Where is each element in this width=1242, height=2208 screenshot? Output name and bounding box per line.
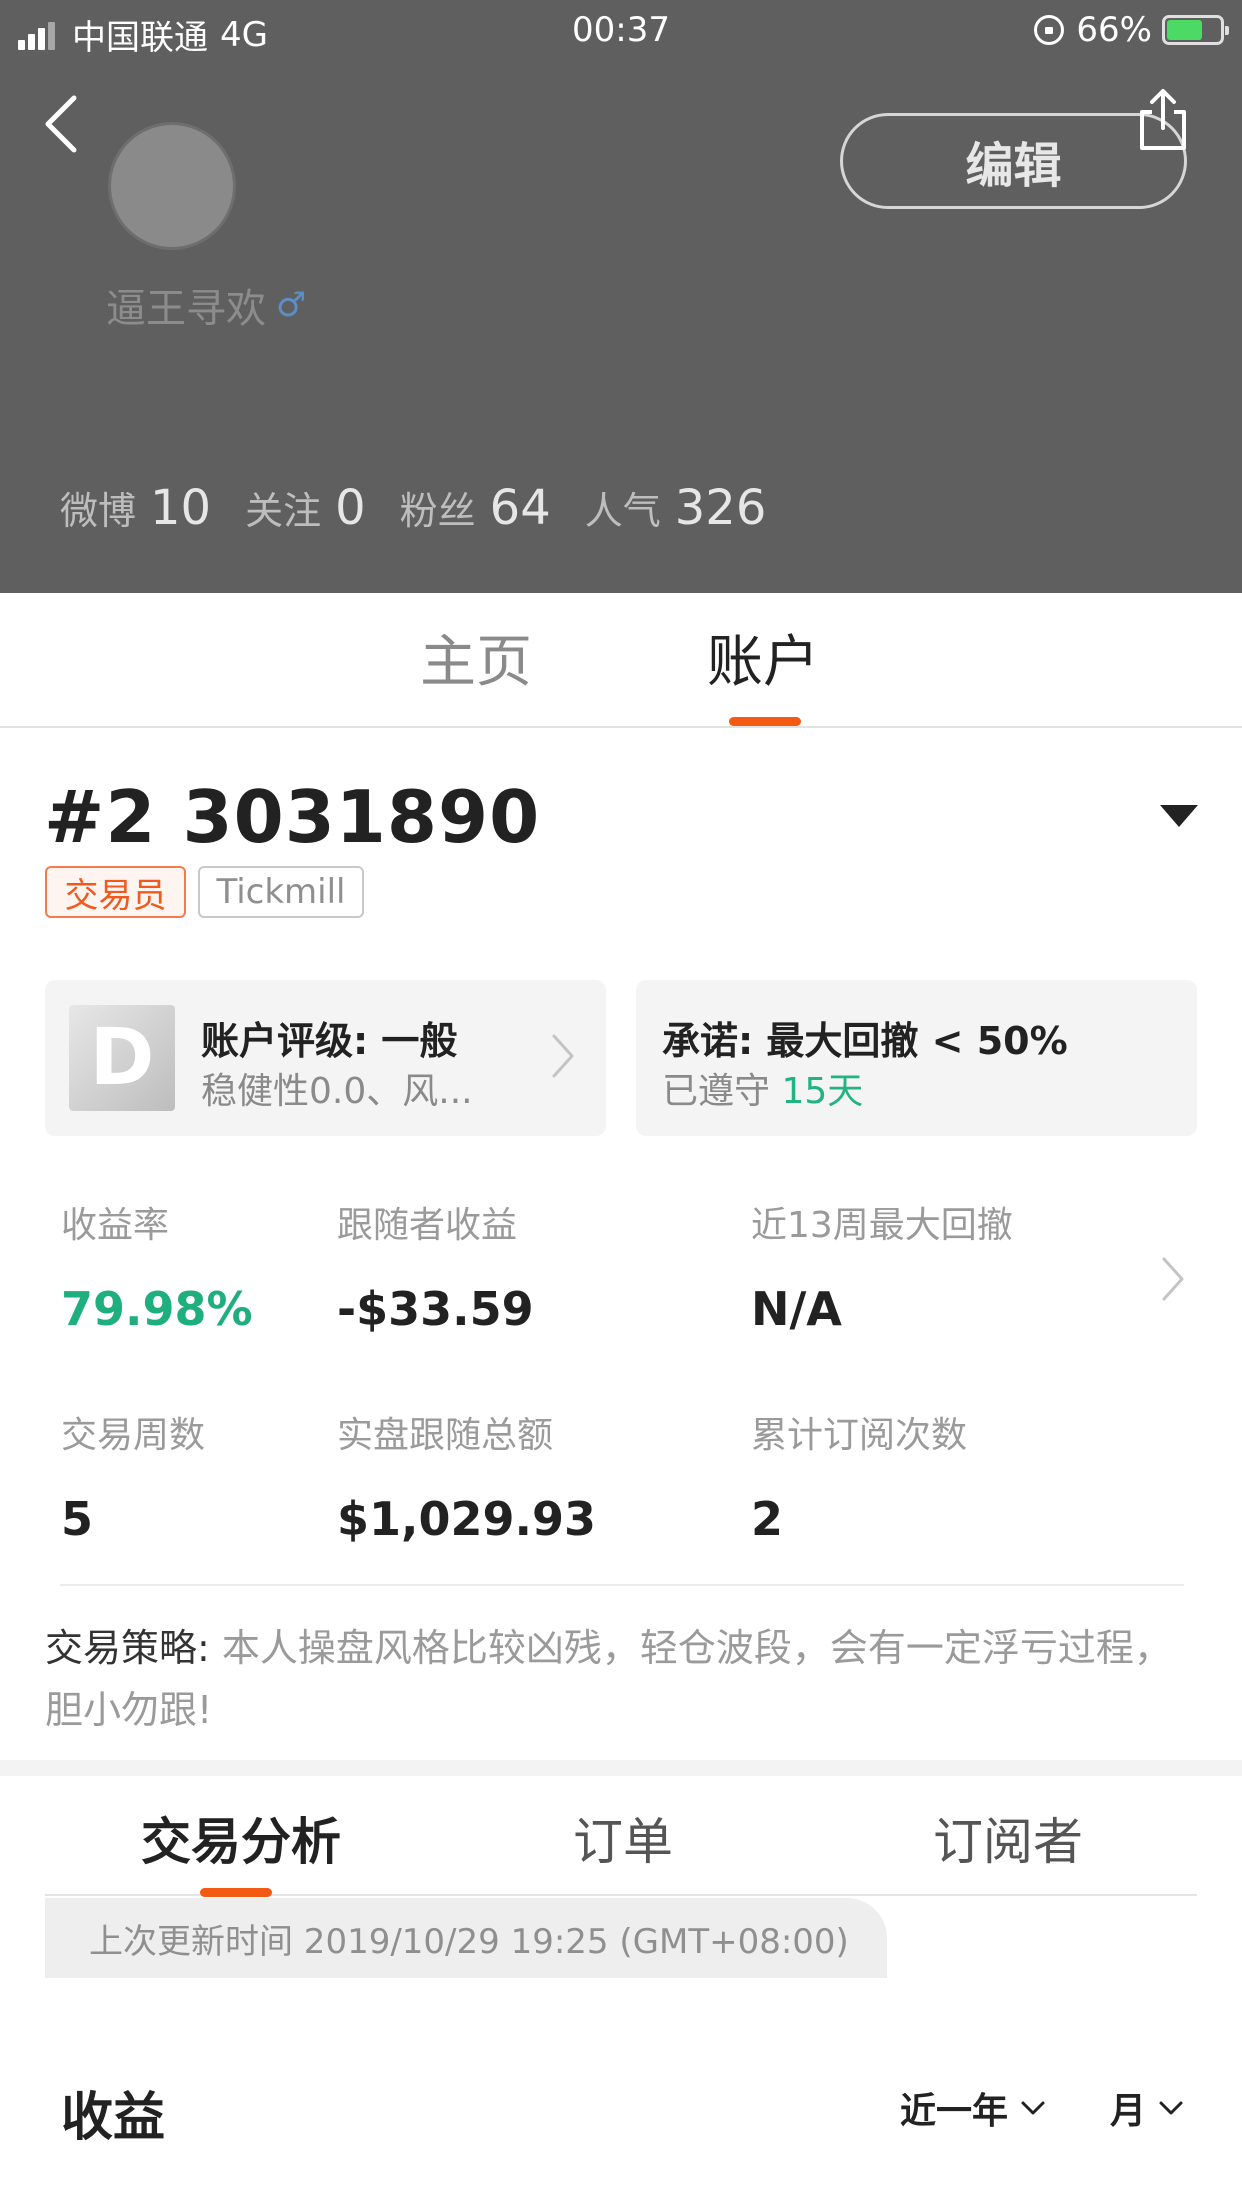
unit-select[interactable]: 月: [1110, 2082, 1184, 2134]
trading-strategy: 交易策略: 本人操盘风格比较凶残，轻仓波段，会有一定浮亏过程，胆小勿跟!: [45, 1617, 1185, 1741]
battery-percent: 66%: [1076, 10, 1152, 50]
stat-label: 微博: [60, 489, 137, 533]
promise-subtitle: 已遵守 15天: [662, 1062, 863, 1114]
username-row: 逼王寻欢 ♂: [106, 276, 306, 334]
stat-value: 0: [335, 480, 366, 536]
stat-popularity: 人气 326: [585, 480, 767, 536]
metric-value: N/A: [751, 1282, 842, 1336]
chevron-down-icon: [1159, 2101, 1183, 2115]
promise-days: 15天: [781, 1071, 864, 1112]
promise-title: 承诺: 最大回撤 < 50%: [662, 1019, 1068, 1063]
metric-label: 实盘跟随总额: [337, 1415, 554, 1456]
metric-value: 5: [61, 1492, 94, 1546]
tab-trade-analysis[interactable]: 交易分析: [141, 1802, 341, 1874]
avatar[interactable]: [108, 122, 236, 250]
promise-sub-prefix: 已遵守: [662, 1071, 771, 1112]
metric-label: 交易周数: [61, 1415, 206, 1456]
back-arrow-icon[interactable]: [40, 92, 84, 156]
edit-profile-button[interactable]: 编辑: [840, 113, 1187, 209]
metric-value: -$33.59: [337, 1282, 534, 1336]
metric-label: 收益率: [61, 1205, 170, 1246]
stat-following[interactable]: 关注 0: [245, 480, 366, 536]
tab-account[interactable]: 账户: [707, 617, 819, 698]
stat-weibo[interactable]: 微博 10: [60, 480, 211, 536]
profile-header: 中国联通 4G 00:37 66% 逼王寻欢 ♂ 编辑 微博 10 关注 0 粉…: [0, 0, 1242, 593]
stat-label: 关注: [245, 489, 322, 533]
stat-value: 10: [150, 480, 212, 536]
strategy-label: 交易策略:: [45, 1626, 210, 1670]
main-tabs: 主页 账户: [0, 593, 1242, 728]
metric-value: 79.98%: [61, 1282, 253, 1336]
range-select[interactable]: 近一年: [900, 2082, 1046, 2134]
account-dropdown-icon[interactable]: [1160, 805, 1198, 827]
account-rating-card[interactable]: D 账户评级: 一般 稳健性0.0、风...: [45, 980, 606, 1136]
tab-subscribers[interactable]: 订阅者: [933, 1802, 1083, 1874]
metric-trading-weeks: 交易周数 5: [61, 1406, 205, 1546]
tab-orders[interactable]: 订单: [573, 1802, 673, 1874]
active-tab-indicator: [729, 717, 801, 726]
profit-section-title: 收益: [61, 2088, 166, 2148]
divider: [60, 1584, 1184, 1586]
status-right: 66%: [1034, 10, 1229, 50]
rating-grade-icon: D: [69, 1005, 175, 1111]
metric-max-drawdown[interactable]: 近13周最大回撤 N/A: [751, 1196, 1013, 1336]
analysis-tabs: 交易分析 订单 订阅者: [45, 1776, 1197, 1897]
male-gender-icon: ♂: [276, 285, 307, 325]
status-bar: 中国联通 4G 00:37 66%: [0, 0, 1242, 60]
orientation-lock-icon: [1034, 15, 1065, 45]
last-update-time: 上次更新时间 2019/10/29 19:25 (GMT+08:00): [45, 1898, 887, 1978]
rating-subtitle: 稳健性0.0、风...: [201, 1071, 473, 1112]
strategy-text: 本人操盘风格比较凶残，轻仓波段，会有一定浮亏过程，胆小勿跟!: [45, 1626, 1172, 1732]
range-select-label: 近一年: [900, 2091, 1009, 2132]
account-id: #2 3031890: [44, 775, 541, 859]
profile-stats: 微博 10 关注 0 粉丝 64 人气 326: [60, 480, 800, 536]
drawdown-promise-card: 承诺: 最大回撤 < 50% 已遵守 15天: [636, 980, 1197, 1136]
share-icon[interactable]: [1136, 88, 1190, 154]
metric-label: 累计订阅次数: [751, 1415, 968, 1456]
stat-value: 64: [489, 480, 551, 536]
metric-return-rate: 收益率 79.98%: [61, 1196, 253, 1336]
metric-subscription-count: 累计订阅次数 2: [751, 1406, 967, 1546]
trader-badge: 交易员: [45, 866, 186, 918]
tab-home[interactable]: 主页: [420, 617, 532, 698]
rating-title: 账户评级: 一般: [201, 1019, 458, 1063]
stat-label: 人气: [584, 489, 661, 533]
unit-select-label: 月: [1110, 2091, 1147, 2132]
active-subtab-indicator: [200, 1888, 272, 1897]
battery-icon: [1162, 15, 1229, 45]
section-divider: [0, 1760, 1242, 1776]
broker-badge: Tickmill: [198, 866, 364, 918]
metric-value: $1,029.93: [337, 1492, 596, 1546]
metric-label: 跟随者收益: [337, 1205, 518, 1246]
chevron-down-icon: [1021, 2101, 1045, 2115]
stat-value: 326: [674, 480, 767, 536]
username: 逼王寻欢: [106, 286, 266, 332]
stat-followers[interactable]: 粉丝 64: [400, 480, 551, 536]
metric-follower-profit: 跟随者收益 -$33.59: [337, 1196, 534, 1336]
metric-follow-total: 实盘跟随总额 $1,029.93: [337, 1406, 596, 1546]
metric-label: 近13周最大回撤: [751, 1205, 1013, 1246]
stat-label: 粉丝: [399, 489, 476, 533]
metrics-chevron-right-icon[interactable]: [1160, 1255, 1186, 1303]
metric-value: 2: [751, 1492, 784, 1546]
chevron-right-icon: [552, 1034, 574, 1078]
